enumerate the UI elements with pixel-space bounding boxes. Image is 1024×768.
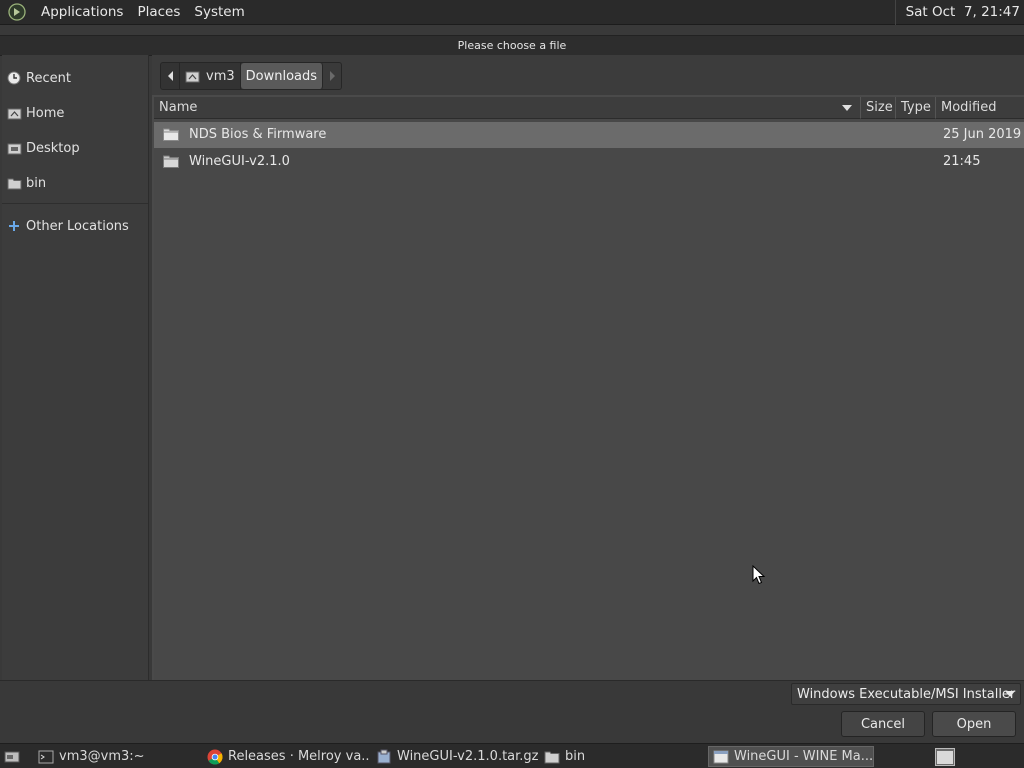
file-type-filter[interactable]: Windows Executable/MSI Installer — [791, 683, 1021, 705]
sidebar-item-label: Desktop — [26, 140, 80, 156]
taskbar: vm3@vm3:~ Releases · Melroy va... WineGU… — [0, 743, 1024, 768]
desktop-icon — [4, 751, 20, 762]
filter-label: Windows Executable/MSI Installer — [797, 686, 1016, 702]
path-back-button[interactable] — [161, 63, 180, 89]
chevron-down-icon — [1005, 691, 1015, 697]
sidebar-item-recent[interactable]: Recent — [6, 68, 71, 88]
places-sidebar: Recent Home Desktop bin Other Locations — [2, 55, 149, 680]
column-header-label: Size — [866, 100, 893, 115]
column-header-label: Type — [901, 100, 931, 115]
dialog-action-bar: Windows Executable/MSI Installer Cancel … — [0, 680, 1024, 744]
file-browser-area: vm3 Downloads Name Size Type Modified ND… — [152, 55, 1024, 680]
sidebar-separator — [2, 203, 148, 204]
terminal-icon — [38, 750, 54, 763]
workspace-icon — [935, 747, 955, 766]
file-list: Name Size Type Modified NDS Bios & Firmw… — [154, 97, 1024, 680]
column-header-modified[interactable]: Modified — [936, 97, 1024, 119]
task-label: bin — [565, 749, 586, 764]
path-bar: vm3 Downloads — [152, 55, 1024, 95]
clock[interactable]: Sat Oct 7, 21:47 — [894, 0, 1020, 25]
task-label: WineGUI-v2.1.0.tar.gz — [397, 749, 538, 764]
file-row[interactable]: WineGUI-v2.1.0 21:45 — [154, 149, 1024, 175]
workspace-switcher[interactable] — [935, 746, 959, 767]
file-modified: 25 Jun 2019 — [943, 127, 1022, 142]
file-row[interactable]: NDS Bios & Firmware 25 Jun 2019 — [154, 122, 1024, 148]
sidebar-item-label: Recent — [26, 70, 71, 86]
crumb-label: vm3 — [206, 68, 235, 84]
clock-icon — [6, 70, 22, 86]
crumb-downloads[interactable]: Downloads — [240, 63, 324, 89]
folder-icon — [6, 175, 22, 191]
chevron-left-icon — [167, 71, 173, 81]
column-header-name[interactable]: Name — [154, 97, 861, 119]
desktop-icon — [6, 140, 22, 156]
file-chooser-dialog: Please choose a file Recent Home Desktop — [0, 25, 1024, 744]
home-icon — [185, 71, 200, 82]
column-header-label: Name — [159, 100, 198, 115]
chrome-icon — [207, 749, 223, 765]
sidebar-item-desktop[interactable]: Desktop — [6, 138, 80, 158]
system-menu[interactable]: System — [187, 0, 251, 25]
places-menu[interactable]: Places — [130, 0, 187, 25]
file-modified: 21:45 — [943, 154, 981, 169]
task-label: WineGUI - WINE Ma... — [734, 749, 874, 764]
sidebar-item-bin[interactable]: bin — [6, 173, 46, 193]
sidebar-item-label: Home — [26, 105, 65, 121]
column-header-label: Modified — [941, 100, 997, 115]
breadcrumb: vm3 Downloads — [160, 62, 343, 90]
sidebar-item-label: bin — [26, 175, 47, 191]
file-name: WineGUI-v2.1.0 — [189, 154, 290, 169]
folder-icon — [544, 751, 560, 763]
sort-down-icon — [842, 105, 852, 111]
applications-menu[interactable]: Applications — [34, 0, 130, 25]
crumb-label: Downloads — [245, 68, 318, 84]
archive-icon — [377, 749, 391, 763]
task-browser[interactable]: Releases · Melroy va... — [203, 746, 369, 767]
crumb-vm3[interactable]: vm3 — [180, 63, 241, 89]
column-header-type[interactable]: Type — [896, 97, 936, 119]
dialog-titlebar[interactable]: Please choose a file — [0, 35, 1024, 56]
folder-icon — [163, 155, 179, 168]
path-forward-button[interactable] — [323, 63, 342, 89]
window-icon — [713, 750, 729, 763]
task-winegui[interactable]: WineGUI - WINE Ma... — [708, 746, 874, 767]
top-panel: Applications Places System Sat Oct 7, 21… — [0, 0, 1024, 25]
column-header-size[interactable]: Size — [861, 97, 896, 119]
sidebar-item-other-locations[interactable]: Other Locations — [6, 216, 129, 236]
sidebar-item-label: Other Locations — [26, 218, 129, 234]
dialog-title: Please choose a file — [457, 39, 567, 52]
plus-icon — [6, 218, 22, 234]
chevron-right-icon — [329, 71, 335, 81]
folder-icon — [163, 128, 179, 141]
task-archive[interactable]: WineGUI-v2.1.0.tar.gz — [372, 746, 538, 767]
mouse-pointer-icon — [752, 565, 766, 585]
show-desktop-button[interactable] — [2, 746, 24, 767]
task-label: vm3@vm3:~ — [59, 749, 145, 764]
mate-logo-icon[interactable] — [8, 3, 26, 21]
sidebar-item-home[interactable]: Home — [6, 103, 64, 123]
task-label: Releases · Melroy va... — [228, 749, 369, 764]
task-terminal[interactable]: vm3@vm3:~ — [34, 746, 200, 767]
file-name: NDS Bios & Firmware — [189, 127, 327, 142]
cancel-button[interactable]: Cancel — [841, 711, 925, 737]
open-button[interactable]: Open — [932, 711, 1016, 737]
home-icon — [6, 105, 22, 121]
task-folder-bin[interactable]: bin — [540, 746, 706, 767]
